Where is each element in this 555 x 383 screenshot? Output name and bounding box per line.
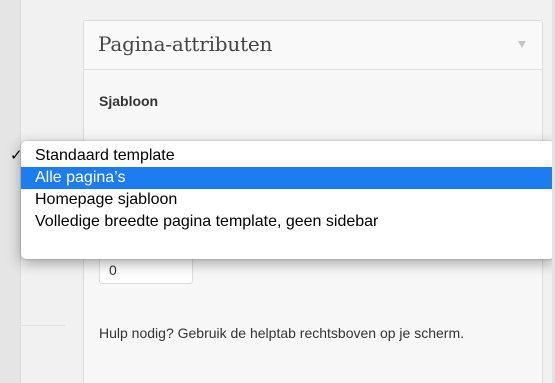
option-alle-paginas[interactable]: Alle pagina’s bbox=[21, 167, 555, 189]
metabox-title: Pagina-attributen bbox=[98, 32, 273, 56]
screen: Pagina-attributen Sjabloon 0 Hulp nodig?… bbox=[0, 0, 555, 383]
help-text: Hulp nodig? Gebruik de helptab rechtsbov… bbox=[99, 325, 464, 341]
divider-line bbox=[20, 325, 65, 326]
option-label: Alle pagina’s bbox=[35, 169, 126, 186]
option-label: Volledige breedte pagina template, geen … bbox=[35, 213, 379, 230]
option-label: Standaard template bbox=[35, 147, 175, 164]
template-dropdown-menu: ✓ Standaard template Alle pagina’s Homep… bbox=[10, 141, 555, 259]
template-label: Sjabloon bbox=[99, 93, 159, 109]
metabox-header[interactable]: Pagina-attributen bbox=[84, 21, 542, 70]
option-homepage-sjabloon[interactable]: Homepage sjabloon bbox=[21, 189, 555, 211]
option-volledige-breedte[interactable]: Volledige breedte pagina template, geen … bbox=[21, 211, 555, 233]
collapse-toggle-icon[interactable] bbox=[518, 41, 526, 48]
option-standaard-template[interactable]: ✓ Standaard template bbox=[10, 145, 555, 167]
checkmark-icon: ✓ bbox=[10, 147, 23, 164]
option-label: Homepage sjabloon bbox=[35, 191, 178, 208]
